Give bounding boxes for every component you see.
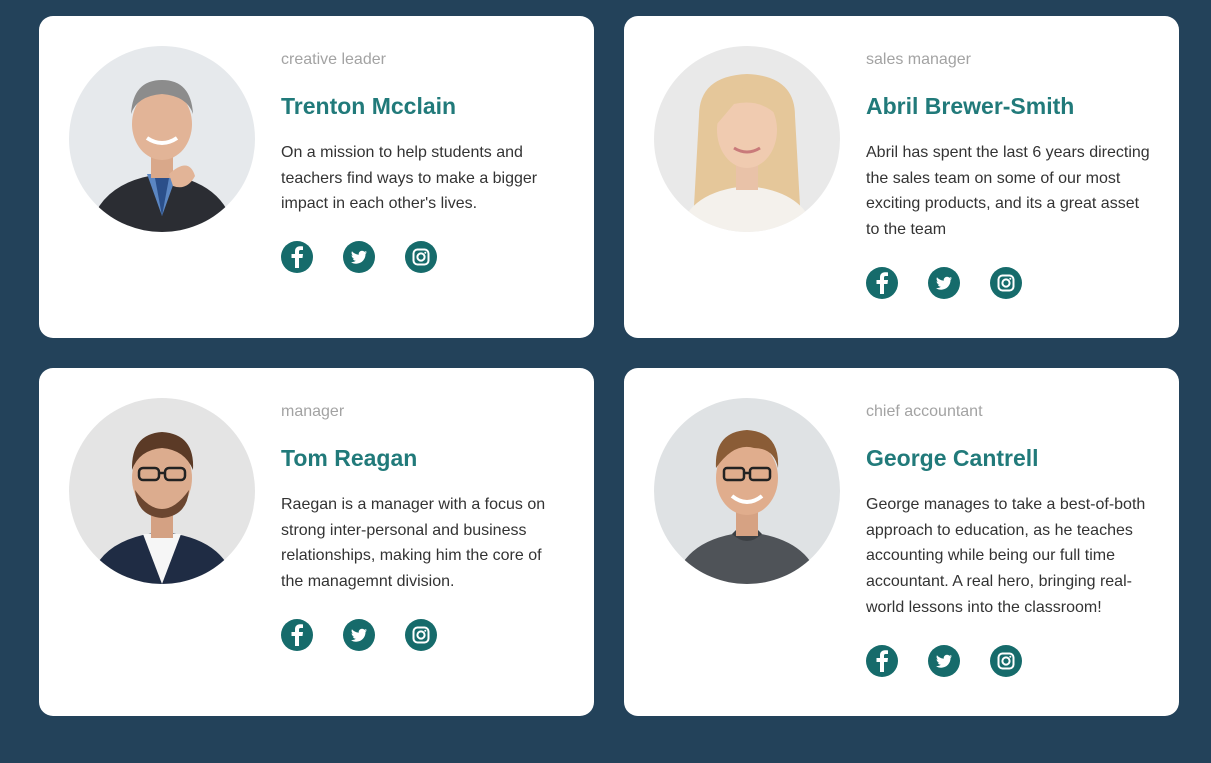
instagram-icon[interactable] xyxy=(405,618,437,651)
instagram-icon[interactable] xyxy=(405,241,437,274)
member-name: Abril Brewer-Smith xyxy=(866,93,1075,119)
avatar xyxy=(654,398,840,584)
team-card-trenton: creative leader Trenton Mcclain On a mis… xyxy=(39,16,594,338)
facebook-icon[interactable] xyxy=(866,644,898,677)
member-info: creative leader Trenton Mcclain On a mis… xyxy=(281,50,566,274)
member-role: manager xyxy=(281,403,345,420)
member-bio: Abril has spent the last 6 years directi… xyxy=(866,144,1150,239)
team-card-abril: sales manager Abril Brewer-Smith Abril h… xyxy=(624,16,1179,338)
social-links xyxy=(866,266,1151,299)
facebook-icon[interactable] xyxy=(281,241,313,274)
social-links xyxy=(281,618,566,651)
member-name: Trenton Mcclain xyxy=(281,93,457,119)
member-info: chief accountant George Cantrell George … xyxy=(866,402,1151,677)
member-bio: George manages to take a best-of-both ap… xyxy=(866,496,1146,616)
avatar xyxy=(69,46,255,232)
member-info: manager Tom Reagan Raegan is a manager w… xyxy=(281,402,566,651)
team-card-george: chief accountant George Cantrell George … xyxy=(624,368,1179,716)
member-role: creative leader xyxy=(281,51,386,68)
social-links xyxy=(281,241,566,274)
member-name: George Cantrell xyxy=(866,445,1039,471)
twitter-icon[interactable] xyxy=(928,266,960,299)
facebook-icon[interactable] xyxy=(866,266,898,299)
facebook-icon[interactable] xyxy=(281,618,313,651)
team-card-tom: manager Tom Reagan Raegan is a manager w… xyxy=(39,368,594,716)
member-name: Tom Reagan xyxy=(281,445,418,471)
member-bio: Raegan is a manager with a focus on stro… xyxy=(281,496,546,591)
instagram-icon[interactable] xyxy=(990,644,1022,677)
twitter-icon[interactable] xyxy=(928,644,960,677)
member-info: sales manager Abril Brewer-Smith Abril h… xyxy=(866,50,1151,299)
social-links xyxy=(866,644,1151,677)
instagram-icon[interactable] xyxy=(990,266,1022,299)
twitter-icon[interactable] xyxy=(343,618,375,651)
avatar xyxy=(69,398,255,584)
member-role: chief accountant xyxy=(866,403,983,420)
member-bio: On a mission to help students and teache… xyxy=(281,144,538,213)
twitter-icon[interactable] xyxy=(343,241,375,274)
avatar xyxy=(654,46,840,232)
member-role: sales manager xyxy=(866,51,971,68)
